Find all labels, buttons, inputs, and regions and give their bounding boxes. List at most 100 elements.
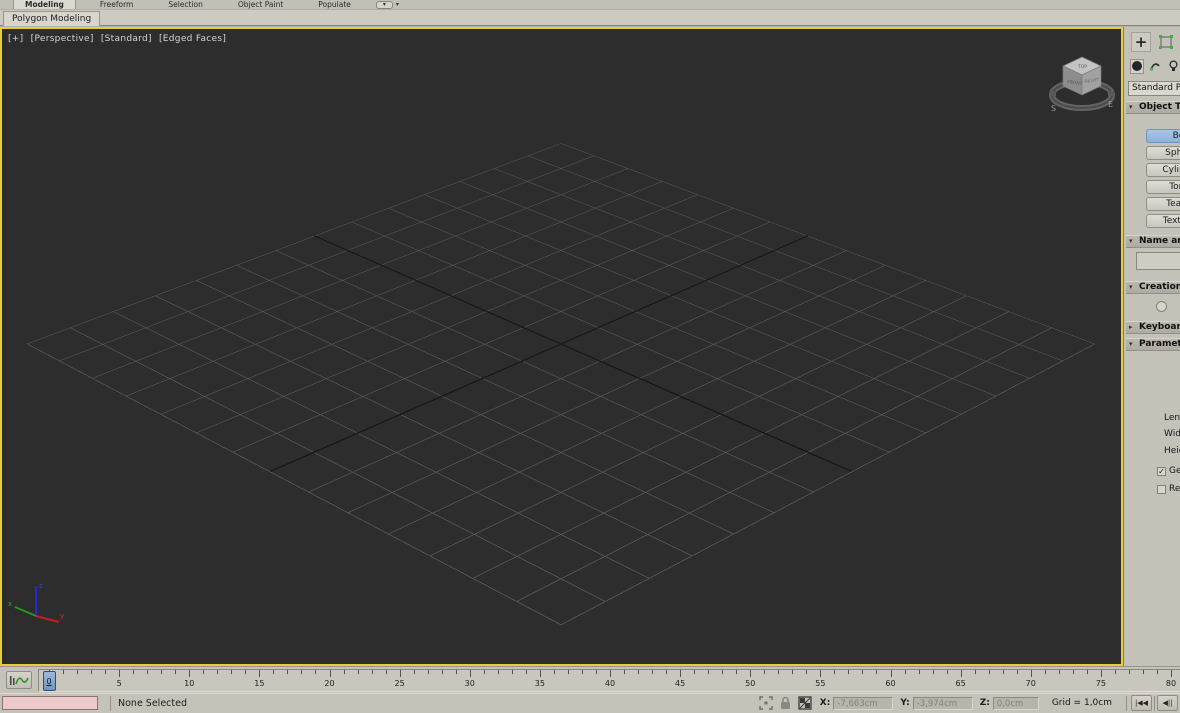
ribbon-tab-populate[interactable]: Populate <box>307 0 362 9</box>
width-label: Width: <box>1164 429 1180 439</box>
ruler-tick <box>1016 670 1018 674</box>
ruler-tick <box>806 670 808 674</box>
shapes-category-icon[interactable] <box>1148 59 1162 74</box>
tripod-z-label: z <box>39 582 43 590</box>
ruler-tick <box>469 670 471 677</box>
rollout-object-type[interactable]: ▾Object Type <box>1126 101 1180 114</box>
x-coord-field[interactable]: -7,663cm <box>833 696 894 710</box>
viewcube[interactable]: TOP FRONT RIGHT S E <box>1040 45 1123 117</box>
rollout-name-and-color[interactable]: ▾Name and Color <box>1126 235 1180 248</box>
creation-method-radio[interactable] <box>1156 301 1167 312</box>
3dsmax-window: Modeling Freeform Selection Object Paint… <box>0 0 1180 713</box>
ruler-tick <box>413 670 415 674</box>
generate-mapping-label: Generate Mapping Coords. <box>1169 466 1180 476</box>
ruler-tick-label: 70 <box>1025 679 1036 688</box>
ruler-tick <box>1002 670 1004 674</box>
previous-frame-button[interactable]: ◀|| <box>1157 695 1178 711</box>
mini-curve-editor-button[interactable] <box>6 671 32 689</box>
real-world-map-label: Real-World Map Size <box>1169 484 1180 494</box>
y-coord-field[interactable]: -3,974cm <box>912 696 973 710</box>
ruler-tick <box>736 670 738 674</box>
ruler-tick <box>189 670 191 677</box>
ruler-tick <box>904 670 906 674</box>
ruler-tick <box>778 670 780 674</box>
ruler-tick <box>259 670 261 677</box>
ruler-tick <box>483 670 485 674</box>
ruler-tick <box>750 670 752 677</box>
ruler-tick <box>301 670 303 674</box>
ruler-tick <box>1156 670 1158 674</box>
object-type-torus-button[interactable]: Torus <box>1146 180 1180 194</box>
grid-y-axis-line <box>269 235 809 472</box>
ruler-tick <box>988 670 990 674</box>
object-type-cylinder-button[interactable]: Cylinder <box>1146 163 1180 177</box>
ruler-tick <box>119 670 121 677</box>
ruler-tick <box>133 670 135 674</box>
geometry-category-icon[interactable] <box>1130 58 1145 74</box>
ruler-tick <box>385 670 387 674</box>
ruler-tick <box>371 670 373 674</box>
ribbon-overflow-caret-icon[interactable]: ▾ <box>396 1 399 8</box>
ribbon-tab-bar: Modeling Freeform Selection Object Paint… <box>0 0 1180 10</box>
ruler-tick <box>764 670 766 674</box>
absolute-offset-mode-icon[interactable] <box>798 696 812 710</box>
create-tab-icon[interactable]: + <box>1131 32 1151 52</box>
grid-x-axis-line <box>313 235 853 472</box>
ruler-tick <box>792 670 794 674</box>
object-type-teapot-button[interactable]: Teapot <box>1146 197 1180 211</box>
viewcube-compass-south[interactable]: S <box>1051 104 1056 113</box>
viewport-menu-pov[interactable]: [Perspective] <box>31 34 94 44</box>
object-type-box-button[interactable]: Box <box>1146 129 1180 143</box>
modify-tab-icon[interactable] <box>1156 32 1176 52</box>
ribbon-tab-freeform[interactable]: Freeform <box>89 0 144 9</box>
viewport-menu-general[interactable]: [+] <box>8 34 23 44</box>
ribbon-tab-object-paint[interactable]: Object Paint <box>227 0 294 9</box>
ruler-tick <box>638 670 640 674</box>
time-slider[interactable]: 0 <box>42 671 56 691</box>
ruler-tick <box>1030 670 1032 677</box>
rollout-creation-method[interactable]: ▾Creation Method <box>1126 281 1180 294</box>
viewport-menu-style[interactable]: [Edged Faces] <box>159 34 226 44</box>
object-name-field[interactable] <box>1136 252 1180 270</box>
ruler-tick <box>722 670 724 674</box>
selection-lock-icon[interactable] <box>780 696 791 710</box>
ruler-tick-label: 75 <box>1095 679 1106 688</box>
ribbon-minimize-button[interactable]: ▾ <box>375 0 393 9</box>
object-type-sphere-button[interactable]: Sphere <box>1146 146 1180 160</box>
rollout-keyboard-entry[interactable]: ▸Keyboard Entry <box>1126 321 1180 334</box>
timeline-ruler[interactable]: 0 05101520253035404550556065707580 <box>38 669 1180 692</box>
tripod-x-label: x <box>8 600 12 608</box>
perspective-viewport[interactable]: [+] [Perspective] [Standard] [Edged Face… <box>0 27 1123 666</box>
length-label: Length: <box>1164 413 1180 423</box>
object-type-textplus-button[interactable]: TextPlus <box>1146 214 1180 228</box>
ruler-tick <box>1072 670 1074 674</box>
ruler-tick-label: 80 <box>1165 679 1177 688</box>
ruler-tick <box>1044 670 1046 674</box>
generate-mapping-checkbox[interactable]: ✓ <box>1157 466 1166 476</box>
viewcube-compass-east[interactable]: E <box>1108 100 1113 109</box>
object-category-dropdown[interactable]: Standard Primitives <box>1128 81 1180 96</box>
z-coord-field[interactable]: 0,0cm <box>992 696 1039 710</box>
ruler-tick <box>567 670 569 674</box>
ruler-tick-label: 30 <box>464 679 475 688</box>
ribbon-tab-selection[interactable]: Selection <box>157 0 214 9</box>
polygon-modeling-panel-tab[interactable]: Polygon Modeling <box>3 11 101 26</box>
ruler-tick <box>329 670 331 677</box>
x-coord-label: X: <box>819 698 831 708</box>
ruler-tick-label: 15 <box>254 679 265 688</box>
ribbon-tab-modeling[interactable]: Modeling <box>13 0 76 9</box>
ruler-tick <box>932 670 934 674</box>
ruler-tick <box>820 670 822 677</box>
lights-category-icon[interactable] <box>1166 59 1180 74</box>
selection-region-icon[interactable] <box>759 696 773 710</box>
status-bar: None Selected X: -7,663cm Y: -3,974cm Z:… <box>0 693 1180 712</box>
real-world-map-checkbox[interactable] <box>1157 484 1166 494</box>
ruler-tick <box>357 670 359 674</box>
ruler-tick-label: 5 <box>116 679 122 688</box>
viewport-menu-shading[interactable]: [Standard] <box>101 34 152 44</box>
rollout-parameters[interactable]: ▾Parameters <box>1126 338 1180 351</box>
maxscript-mini-listener[interactable] <box>2 696 98 710</box>
ruler-tick-label: 35 <box>534 679 545 688</box>
ruler-tick-label: 65 <box>955 679 966 688</box>
go-to-start-button[interactable]: |◀◀ <box>1131 695 1152 711</box>
